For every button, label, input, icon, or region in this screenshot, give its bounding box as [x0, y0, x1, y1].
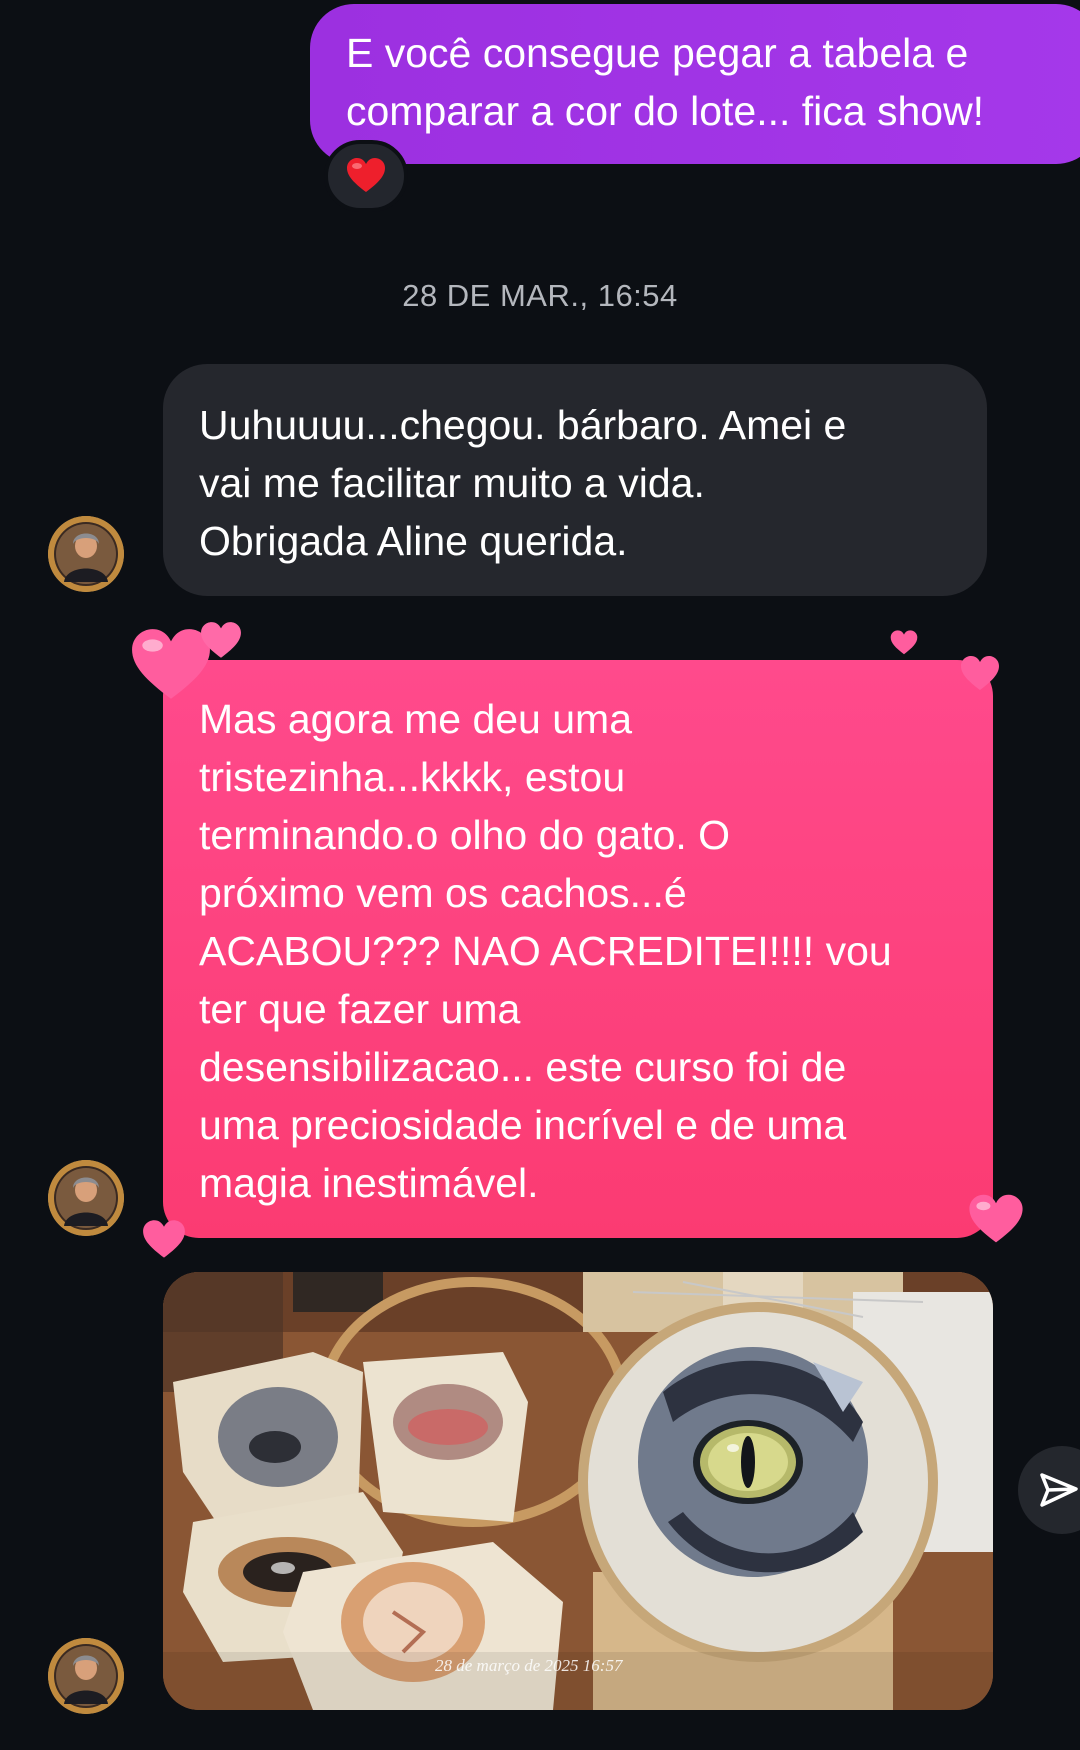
message-line: magia inestimável.	[199, 1160, 539, 1206]
sent-message-line: comparar a cor do lote... fica show!	[346, 88, 985, 134]
message-line: Uuhuuuu...chegou. bárbaro. Amei e	[199, 402, 847, 448]
message-line: desensibilizacao... este curso foi de	[199, 1044, 847, 1090]
message-line: terminando.o olho do gato. O	[199, 812, 731, 858]
heart-effect-icon	[961, 656, 999, 690]
paper-plane-icon	[1040, 1473, 1078, 1507]
share-button[interactable]	[1018, 1446, 1080, 1534]
message-line: Mas agora me deu uma	[199, 696, 633, 742]
message-line: Obrigada Aline querida.	[199, 518, 628, 564]
heart-effect-icon	[143, 1220, 185, 1258]
message-line: próximo vem os cachos...é	[199, 870, 687, 916]
user-avatar[interactable]	[48, 1638, 124, 1714]
sent-message-line: E você consegue pegar a tabela e	[346, 30, 969, 76]
avatar-image	[48, 1638, 124, 1714]
red-heart-emoji-icon	[347, 158, 385, 192]
avatar-image	[48, 516, 124, 592]
heart-effect-icon	[201, 622, 241, 658]
message-line: tristezinha...kkkk, estou	[199, 754, 626, 800]
sent-message-bubble[interactable]: E você consegue pegar a tabela e compara…	[310, 4, 1080, 164]
message-line: ter que fazer uma	[199, 986, 521, 1032]
photo-message[interactable]: 28 de março de 2025 16:57	[163, 1272, 993, 1710]
photo-caption: 28 de março de 2025 16:57	[435, 1656, 623, 1675]
message-line: uma preciosidade incrível e de uma	[199, 1102, 847, 1148]
reaction-badge[interactable]	[324, 140, 408, 212]
embroidery-photo	[163, 1272, 993, 1710]
avatar-image	[48, 1160, 124, 1236]
heart-effect-icon	[890, 630, 918, 655]
user-avatar[interactable]	[48, 1160, 124, 1236]
message-line: vai me facilitar muito a vida.	[199, 460, 705, 506]
message-line: ACABOU??? NAO ACREDITEI!!!! vou	[199, 928, 892, 974]
heart-effect-message-bubble[interactable]: Mas agora me deu uma tristezinha...kkkk,…	[163, 660, 993, 1238]
conversation-timestamp: 28 DE MAR., 16:54	[402, 278, 678, 313]
user-avatar[interactable]	[48, 516, 124, 592]
heart-effect-icon	[969, 1194, 1023, 1243]
received-message-bubble[interactable]: Uuhuuuu...chegou. bárbaro. Amei e vai me…	[163, 364, 987, 596]
